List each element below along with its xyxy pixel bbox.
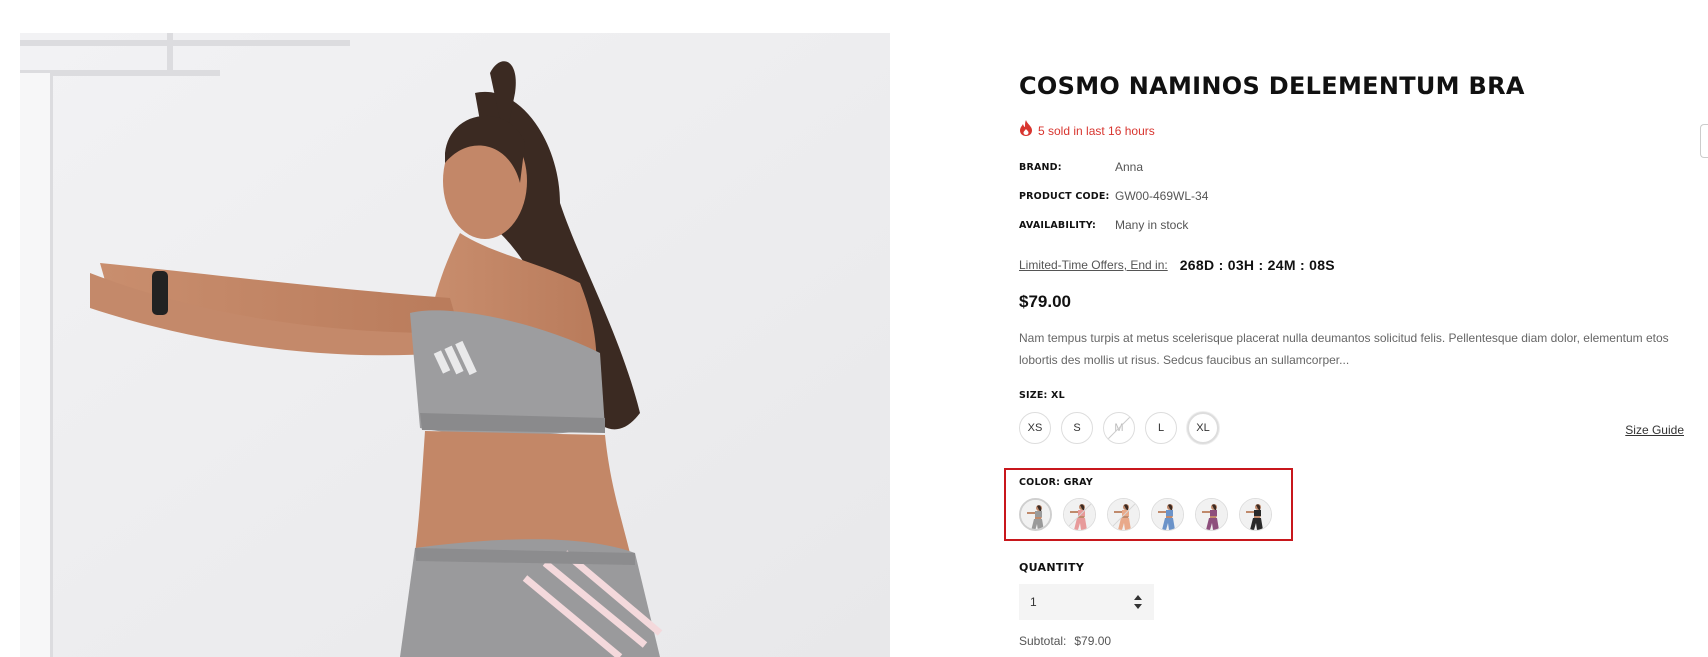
- subtotal-value: $79.00: [1074, 634, 1112, 648]
- swatch-thumbnail: [1152, 499, 1183, 530]
- color-swatch-black[interactable]: [1239, 498, 1272, 531]
- updown-arrows-icon: [1134, 595, 1142, 609]
- subtotal-label: Subtotal:: [1019, 634, 1067, 648]
- product-code-value: GW00-469WL-34: [1115, 189, 1209, 203]
- product-price: $79.00: [1019, 292, 1071, 311]
- color-swatch-pink[interactable]: [1063, 498, 1096, 531]
- swatch-thumbnail: [1021, 500, 1050, 529]
- availability-row: AVAILABILITY: Many in stock: [1019, 218, 1188, 232]
- side-panel-tab[interactable]: [1700, 124, 1708, 158]
- sold-indicator: 5 sold in last 16 hours: [1019, 120, 1155, 141]
- size-label: SIZE: XL: [1019, 390, 1065, 401]
- brand-value[interactable]: Anna: [1115, 160, 1143, 174]
- quantity-label: QUANTITY: [1019, 561, 1085, 574]
- size-option-m[interactable]: M: [1103, 412, 1135, 444]
- quantity-stepper: [1019, 584, 1154, 620]
- size-option-xl[interactable]: XL: [1187, 412, 1219, 444]
- color-swatch-purple[interactable]: [1195, 498, 1228, 531]
- flame-icon: [1019, 120, 1033, 141]
- color-swatch-blue[interactable]: [1151, 498, 1184, 531]
- brand-row: BRAND: Anna: [1019, 160, 1143, 174]
- availability-label: AVAILABILITY:: [1019, 219, 1097, 231]
- color-swatch-gray[interactable]: [1019, 498, 1052, 531]
- color-label: COLOR: GRAY: [1019, 477, 1093, 488]
- countdown-label: Limited-Time Offers, End in:: [1019, 258, 1168, 272]
- size-option-l[interactable]: L: [1145, 412, 1177, 444]
- product-image: [20, 33, 890, 657]
- size-option-xs[interactable]: XS: [1019, 412, 1051, 444]
- swatch-thumbnail: [1196, 499, 1227, 530]
- product-title: COSMO NAMINOS DELEMENTUM BRA: [1019, 72, 1525, 100]
- color-swatch-peach[interactable]: [1107, 498, 1140, 531]
- brand-label: BRAND:: [1019, 161, 1062, 173]
- swatch-thumbnail: [1064, 499, 1095, 530]
- swatch-thumbnail: [1240, 499, 1271, 530]
- countdown-timer: 268D : 03H : 24M : 08S: [1179, 257, 1335, 273]
- product-description: Nam tempus turpis at metus scelerisque p…: [1019, 331, 1669, 367]
- size-options: XS S M L XL: [1019, 412, 1219, 444]
- availability-value: Many in stock: [1115, 218, 1189, 232]
- quantity-input[interactable]: [1030, 595, 1110, 609]
- quantity-spin[interactable]: [1133, 594, 1143, 610]
- sold-text: 5 sold in last 16 hours: [1038, 123, 1155, 138]
- countdown: Limited-Time Offers, End in: 268D : 03H …: [1019, 257, 1335, 273]
- product-info: COSMO NAMINOS DELEMENTUM BRA 5 sold in l…: [1004, 0, 1689, 657]
- subtotal: Subtotal: $79.00: [1019, 634, 1111, 648]
- product-code-label: PRODUCT CODE:: [1019, 190, 1110, 202]
- size-option-s[interactable]: S: [1061, 412, 1093, 444]
- swatch-thumbnail: [1108, 499, 1139, 530]
- product-code-row: PRODUCT CODE: GW00-469WL-34: [1019, 189, 1208, 203]
- color-swatches: [1019, 498, 1272, 531]
- size-guide-link[interactable]: Size Guide: [1625, 423, 1684, 437]
